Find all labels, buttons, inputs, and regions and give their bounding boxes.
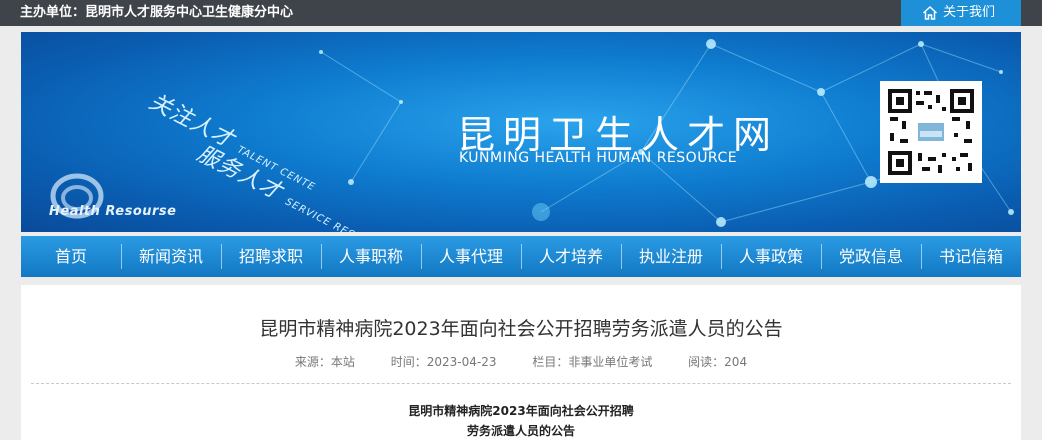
article-column: 栏目：非事业单位考试 [532,355,653,369]
qr-code [880,81,982,183]
home-icon [922,5,938,20]
nav-item-talent-training[interactable]: 人才培养 [521,236,621,277]
logo-text: Health Resourse [49,204,177,219]
article-time: 时间：2023-04-23 [390,355,497,369]
article-subtitle-line2: 劳务派遣人员的公告 [466,424,575,438]
qr-code-icon [886,87,976,177]
nav-item-recruitment[interactable]: 招聘求职 [221,236,321,277]
nav-item-personnel-policy[interactable]: 人事政策 [721,236,821,277]
site-name-en: KUNMING HEALTH HUMAN RESOURCE [459,150,738,166]
nav-item-secretary-mailbox[interactable]: 书记信箱 [921,236,1021,277]
nav-item-personnel-agency[interactable]: 人事代理 [421,236,521,277]
article-panel: 昆明市精神病院2023年面向社会公开招聘劳务派遣人员的公告 来源：本站 时间：2… [21,285,1021,440]
divider [31,383,1011,384]
host-organization-text: 主办单位：昆明市人才服务中心卫生健康分中心 [20,5,294,20]
nav-item-news[interactable]: 新闻资讯 [121,236,221,277]
about-us-label: 关于我们 [943,5,996,20]
nav-item-party-info[interactable]: 党政信息 [821,236,921,277]
header-banner: 关注人才TALENT CENTE 服务人才SERVICE RESOURCES H… [21,32,1021,232]
nav-item-personnel-titles[interactable]: 人事职称 [321,236,421,277]
nav-item-practice-registration[interactable]: 执业注册 [621,236,721,277]
article-subtitle-line1: 昆明市精神病院2023年面向社会公开招聘 [408,404,634,418]
about-us-button[interactable]: 关于我们 [901,0,1021,26]
top-bar: 主办单位：昆明市人才服务中心卫生健康分中心 关于我们 [0,0,1042,26]
article-source: 来源：本站 [294,355,355,369]
main-navigation: 首页 新闻资讯 招聘求职 人事职称 人事代理 人才培养 执业注册 人事政策 党政… [21,236,1021,277]
nav-item-home[interactable]: 首页 [21,236,121,277]
article-views: 阅读：204 [688,355,748,369]
article-meta: 来源：本站 时间：2023-04-23 栏目：非事业单位考试 阅读：204 [21,353,1021,370]
article-title: 昆明市精神病院2023年面向社会公开招聘劳务派遣人员的公告 [259,318,783,340]
